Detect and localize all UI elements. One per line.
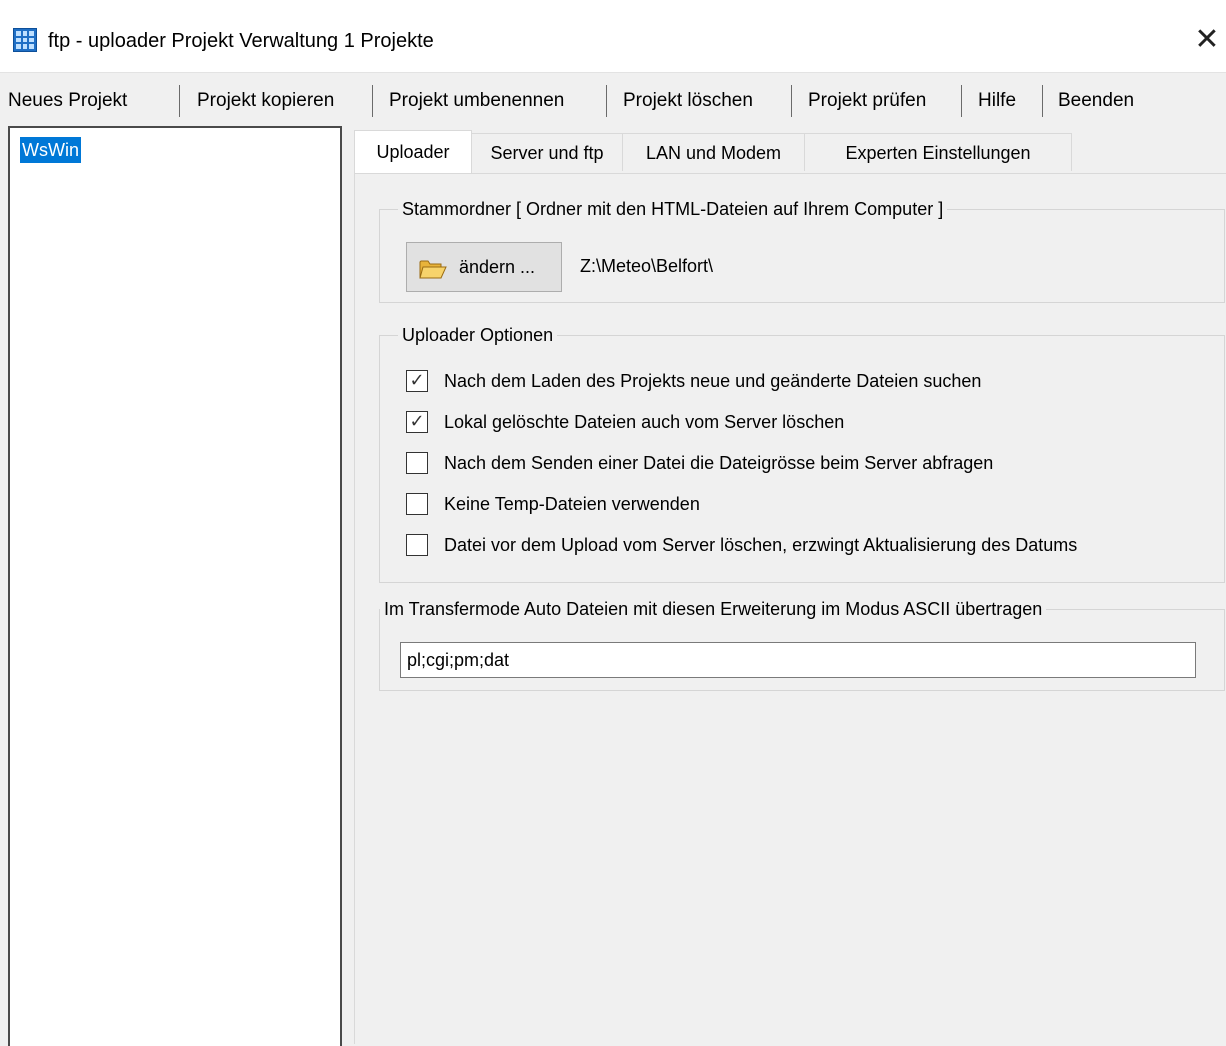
tab-expert-settings[interactable]: Experten Einstellungen: [804, 133, 1072, 171]
option-label: Datei vor dem Upload vom Server löschen,…: [444, 535, 1078, 555]
uploader-options-legend: Uploader Optionen: [398, 322, 558, 348]
new-project-button[interactable]: Neues Projekt: [8, 87, 127, 115]
toolbar-separator: [606, 85, 607, 117]
folder-icon: [419, 260, 447, 279]
project-item-wswin[interactable]: WsWin: [20, 137, 81, 163]
root-folder-group: Stammordner [ Ordner mit den HTML-Dateie…: [379, 196, 1225, 303]
toolbar-separator: [791, 85, 792, 117]
toolbar-separator: [179, 85, 180, 117]
ascii-extensions-group: Im Transfermode Auto Dateien mit diesen …: [379, 596, 1225, 691]
rename-project-button[interactable]: Projekt umbenennen: [389, 87, 564, 115]
root-folder-path: Z:\Meteo\Belfort\: [580, 256, 714, 276]
option-label: Lokal gelöschte Dateien auch vom Server …: [444, 412, 845, 432]
copy-project-button[interactable]: Projekt kopieren: [197, 87, 334, 115]
app-grid-icon: [13, 28, 37, 52]
option-label: Nach dem Senden einer Datei die Dateigrö…: [444, 453, 994, 473]
option-label: Nach dem Laden des Projekts neue und geä…: [444, 371, 982, 391]
option-checkbox[interactable]: ✓: [406, 370, 428, 392]
tab-uploader[interactable]: Uploader: [354, 130, 472, 174]
window-title: ftp - uploader Projekt Verwaltung 1 Proj…: [48, 30, 434, 52]
project-list[interactable]: WsWin: [8, 126, 342, 1046]
quit-button[interactable]: Beenden: [1058, 87, 1134, 115]
change-folder-button[interactable]: ändern ...: [406, 242, 562, 292]
help-button[interactable]: Hilfe: [978, 87, 1016, 115]
ascii-extensions-legend: Im Transfermode Auto Dateien mit diesen …: [380, 596, 1047, 622]
option-checkbox[interactable]: [406, 493, 428, 515]
delete-project-button[interactable]: Projekt löschen: [623, 87, 753, 115]
toolbar-separator: [961, 85, 962, 117]
change-folder-label: ändern ...: [459, 257, 536, 277]
option-label: Keine Temp-Dateien verwenden: [444, 494, 700, 514]
option-checkbox[interactable]: [406, 452, 428, 474]
option-checkbox[interactable]: [406, 534, 428, 556]
toolbar: Neues Projekt Projekt kopieren Projekt u…: [0, 73, 1226, 125]
uploader-tab-page: Stammordner [ Ordner mit den HTML-Dateie…: [354, 173, 1226, 1044]
toolbar-separator: [372, 85, 373, 117]
uploader-options-group: Uploader Optionen ✓ Nach dem Laden des P…: [379, 322, 1225, 583]
title-bar: ftp - uploader Projekt Verwaltung 1 Proj…: [0, 0, 1226, 73]
option-checkbox[interactable]: ✓: [406, 411, 428, 433]
check-project-button[interactable]: Projekt prüfen: [808, 87, 926, 115]
tab-lan-modem[interactable]: LAN und Modem: [622, 133, 805, 171]
tab-server-ftp[interactable]: Server und ftp: [471, 133, 623, 171]
root-folder-legend: Stammordner [ Ordner mit den HTML-Dateie…: [398, 196, 948, 222]
toolbar-separator: [1042, 85, 1043, 117]
close-icon[interactable]: ✕: [1188, 20, 1226, 60]
ascii-extensions-input[interactable]: [400, 642, 1196, 678]
